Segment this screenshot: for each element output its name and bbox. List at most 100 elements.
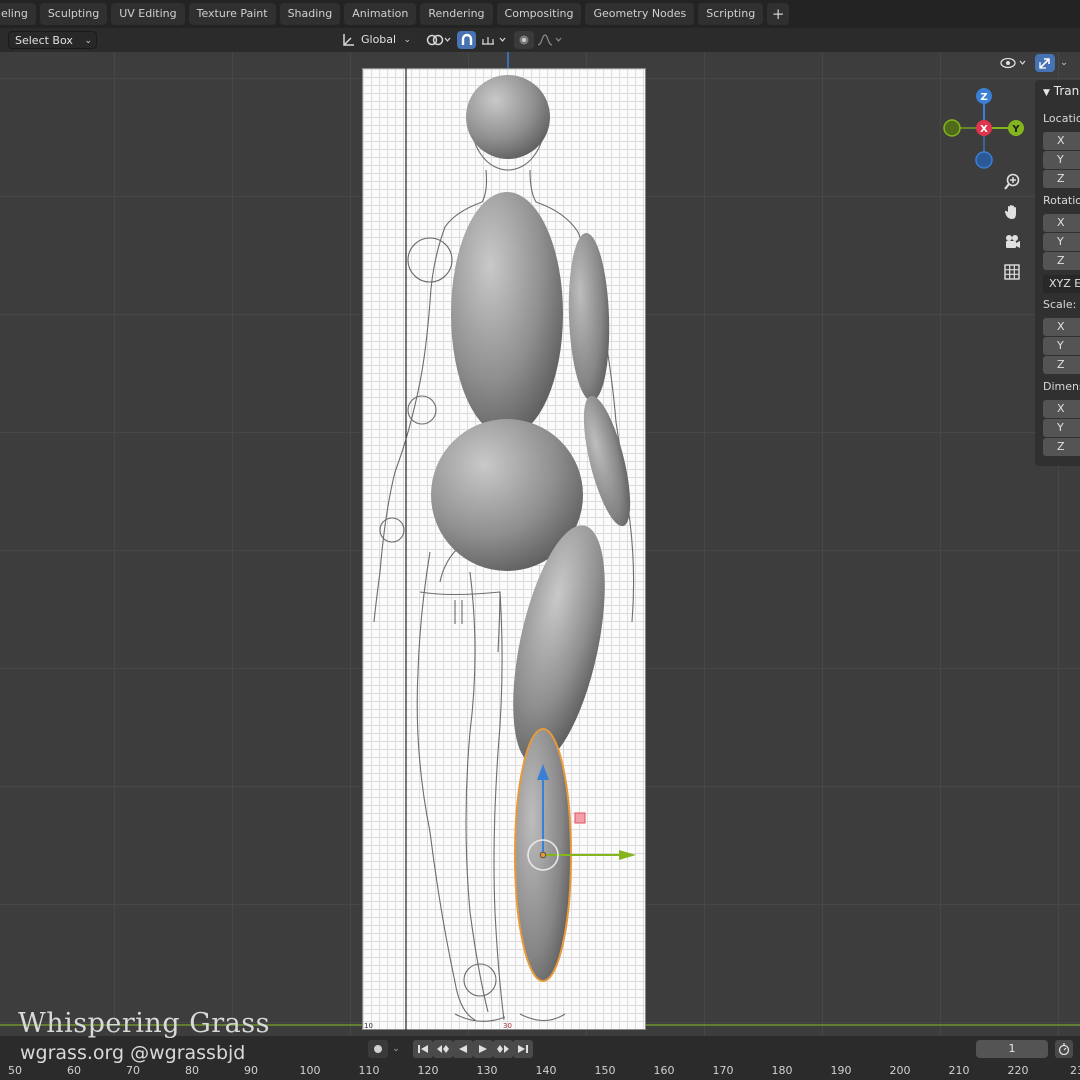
- sheet-bottom-label: 30: [503, 1022, 512, 1030]
- scale-z-field[interactable]: Z: [1043, 356, 1080, 374]
- workspace-tab[interactable]: Rendering: [420, 3, 493, 25]
- overlay-visibility-dropdown[interactable]: [998, 54, 1030, 72]
- scale-x-field[interactable]: X: [1043, 318, 1080, 336]
- workspace-tab[interactable]: UV Editing: [111, 3, 185, 25]
- timeline-tick-label: 120: [417, 1064, 439, 1077]
- perspective-toggle-button[interactable]: [1000, 260, 1024, 284]
- scale-label: Scale:: [1043, 298, 1077, 311]
- scale-y-field[interactable]: Y: [1043, 337, 1080, 355]
- current-frame-field[interactable]: 1: [976, 1040, 1048, 1058]
- axis-label: Z: [1057, 440, 1065, 453]
- sheet-corner-label: 10: [364, 1022, 373, 1030]
- workspace-tab[interactable]: Shading: [279, 3, 341, 25]
- pivot-point-button[interactable]: [421, 31, 453, 49]
- workspace-tab[interactable]: Texture Paint: [188, 3, 276, 25]
- timeline-tick-label: 190: [830, 1064, 852, 1077]
- dimensions-z-field[interactable]: Z: [1043, 438, 1080, 456]
- proportional-edit-button[interactable]: [514, 31, 534, 49]
- chevron-down-icon: ⌄: [403, 35, 411, 45]
- chevron-down-icon: ⌄: [84, 36, 92, 46]
- dimensions-y-field[interactable]: Y: [1043, 419, 1080, 437]
- rotation-y-field[interactable]: Y: [1043, 233, 1080, 251]
- location-label: Locatio: [1043, 112, 1080, 125]
- axis-label: X: [1057, 402, 1065, 415]
- magnet-icon: [461, 33, 472, 45]
- axis-label: Y: [1057, 421, 1064, 434]
- watermark-handle: wgrass.org @wgrassbjd: [20, 1042, 246, 1064]
- rotation-z-field[interactable]: Z: [1043, 252, 1080, 270]
- frame-rate-button[interactable]: [1055, 1040, 1073, 1058]
- add-workspace-button[interactable]: +: [767, 3, 790, 25]
- keying-options-dropdown[interactable]: ⌄: [390, 1040, 402, 1058]
- timeline-tick-label: 100: [299, 1064, 321, 1077]
- transform-panel-title: Tran: [1053, 84, 1080, 98]
- timeline-tick-label: 110: [358, 1064, 380, 1077]
- location-y-field[interactable]: Y: [1043, 151, 1080, 169]
- timeline-tick-label: 50: [8, 1064, 22, 1077]
- torso-ellipsoid: [451, 192, 563, 436]
- workspace-tab[interactable]: Sculpting: [39, 3, 108, 25]
- camera-view-button[interactable]: [1000, 230, 1024, 254]
- play-button[interactable]: [473, 1040, 493, 1058]
- gizmo-plane-handle: [574, 812, 586, 824]
- zoom-button[interactable]: [1000, 170, 1024, 194]
- axis-label: X: [1057, 320, 1065, 333]
- snap-increment-icon: [482, 37, 506, 45]
- dimensions-x-field[interactable]: X: [1043, 400, 1080, 418]
- auto-keying-button[interactable]: [368, 1040, 388, 1058]
- workspace-tab[interactable]: Animation: [344, 3, 417, 25]
- chevron-down-icon: ⌄: [1060, 58, 1068, 68]
- pivot-link-icon: [426, 34, 451, 46]
- play-reverse-button[interactable]: [453, 1040, 473, 1058]
- timeline-tick-label: 150: [594, 1064, 616, 1077]
- proportional-edit-icon: [519, 35, 529, 45]
- axis-label: Z: [1057, 172, 1065, 185]
- rotation-mode-label: XYZ E: [1049, 277, 1080, 290]
- falloff-dropdown[interactable]: [535, 31, 565, 49]
- axis-label: X: [1057, 216, 1065, 229]
- timeline-tick-label: 200: [889, 1064, 911, 1077]
- location-z-field[interactable]: Z: [1043, 170, 1080, 188]
- jump-to-keyframe-next-button[interactable]: [493, 1040, 513, 1058]
- snap-target-dropdown[interactable]: [478, 31, 510, 49]
- record-icon: [374, 1045, 382, 1053]
- orientation-axes-icon: [343, 34, 354, 46]
- jump-to-keyframe-prev-button[interactable]: [433, 1040, 453, 1058]
- rotation-x-field[interactable]: X: [1043, 214, 1080, 232]
- timeline-tick-label: 210: [948, 1064, 970, 1077]
- gizmo-options-dropdown[interactable]: ⌄: [1057, 54, 1071, 72]
- select-mode-label: Select Box: [15, 34, 73, 47]
- gizmo-y-arrowhead: [619, 850, 636, 860]
- axis-label: Y: [1057, 235, 1064, 248]
- axis-label: Z: [1057, 254, 1065, 267]
- axis-label: Y: [1057, 339, 1064, 352]
- rotation-label: Rotatio: [1043, 194, 1080, 207]
- axis-label: X: [1057, 134, 1065, 147]
- workspace-tab[interactable]: deling: [0, 3, 36, 25]
- play-icon: [479, 1045, 487, 1053]
- jump-to-end-button[interactable]: [513, 1040, 533, 1058]
- 3d-viewport[interactable]: Z Y X 10 30 ⌄ ▼ Tran Locatio X Y Z Rotat…: [0, 52, 1080, 1036]
- workspace-tab[interactable]: Geometry Nodes: [585, 3, 695, 25]
- location-x-field[interactable]: X: [1043, 132, 1080, 150]
- workspace-tab[interactable]: Scripting: [698, 3, 764, 25]
- select-mode-dropdown[interactable]: Select Box ⌄: [8, 31, 97, 49]
- timeline-tick-label: 60: [67, 1064, 81, 1077]
- gizmo-x-label: X: [980, 124, 988, 135]
- transform-orientation-label: Global: [361, 33, 397, 46]
- transform-panel-header[interactable]: ▼ Tran: [1043, 84, 1079, 98]
- chevron-down-icon: ⌄: [392, 1044, 400, 1054]
- jump-to-start-button[interactable]: [413, 1040, 433, 1058]
- timeline-tick-label: 80: [185, 1064, 199, 1077]
- rotation-mode-dropdown[interactable]: XYZ E: [1043, 275, 1080, 293]
- next-keyframe-icon: [497, 1045, 509, 1053]
- gizmo-z-label: Z: [980, 92, 987, 103]
- gizmo-toggle-button[interactable]: [1035, 54, 1055, 72]
- timeline-tick-label: 70: [126, 1064, 140, 1077]
- pan-button[interactable]: [1000, 200, 1024, 224]
- transform-orientation-dropdown[interactable]: Global ⌄: [335, 31, 415, 49]
- prev-keyframe-icon: [437, 1045, 449, 1053]
- workspace-tab[interactable]: Compositing: [496, 3, 582, 25]
- snap-toggle-button[interactable]: [457, 31, 476, 49]
- timeline-tick-label: 170: [712, 1064, 734, 1077]
